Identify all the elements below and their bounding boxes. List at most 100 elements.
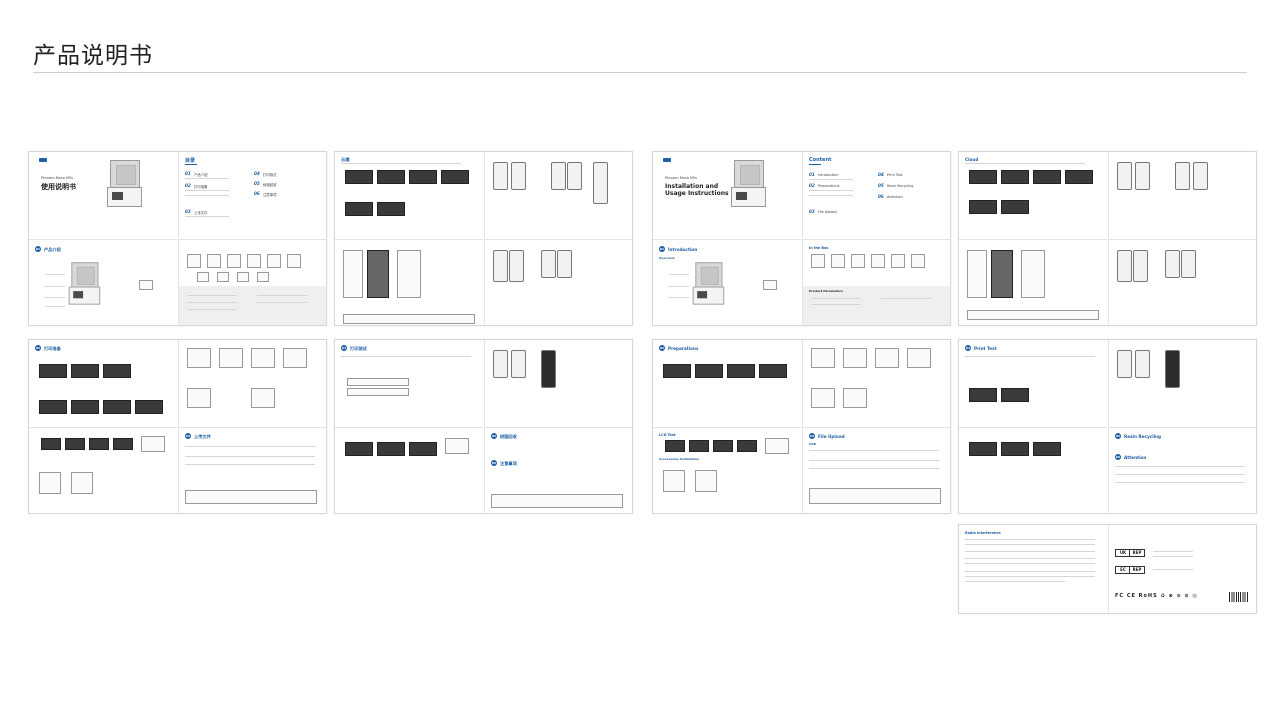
section-badge: 01	[659, 246, 665, 252]
en-spread-prepare[interactable]: 02 Preparations LCD Test Accessories Ins…	[652, 339, 951, 514]
en-cert-page: UK REP EC REP FC CE RoHS ♻ ⊗ ⊙ ⊘ ◎	[1108, 525, 1256, 613]
uk-rep-badge: REP	[1129, 549, 1145, 557]
printer-illustration	[107, 160, 142, 207]
en-intro-page: 01 Introduction Overview	[653, 239, 801, 325]
en-cloud-heading: Cloud	[965, 157, 979, 162]
en-cover-page: Phrozen Mono M5s Installation and Usage …	[653, 152, 801, 238]
section-badge: 03	[809, 433, 815, 439]
en-usb-heading: USB	[809, 442, 816, 446]
toc-label: 打印准备	[194, 185, 208, 189]
toc-num: 01	[809, 172, 815, 177]
toc-label: 打印测试	[263, 173, 277, 177]
en-assembly-page	[802, 340, 950, 426]
cn-test-heading: 打印测试	[350, 346, 367, 351]
cn-assembly-page	[178, 340, 326, 426]
ec-rep-badge: REP	[1129, 566, 1145, 574]
title-divider	[33, 72, 1247, 73]
en-prepare-heading: Preparations	[668, 346, 699, 351]
brand-logo-icon	[39, 158, 47, 162]
cn-app-page-3	[484, 239, 632, 325]
en-spread-cover[interactable]: Phrozen Mono M5s Installation and Usage …	[652, 151, 951, 326]
cn-upload-heading: 上传文件	[194, 434, 211, 439]
en-app-page-2	[959, 239, 1107, 325]
en-lcd-page: LCD Test Accessories Installation	[653, 427, 801, 513]
section-badge: 03	[185, 433, 191, 439]
toc-num: 06	[254, 191, 260, 196]
cn-prepare-page: 02 打印准备	[29, 340, 177, 426]
en-spread-back[interactable]: Radio interference UK REP EC REP FC CE R…	[958, 524, 1257, 614]
cn-test-page-2	[484, 340, 632, 426]
cn-notice-heading: 注意事项	[500, 461, 517, 466]
en-upload-heading: File Upload	[818, 434, 845, 439]
printer-illustration	[68, 262, 101, 305]
cn-app-page	[484, 152, 632, 238]
en-accessories-heading: Accessories Installation	[659, 457, 700, 461]
cn-box-page	[178, 239, 326, 325]
toc-num: 04	[878, 172, 884, 177]
printer-illustration	[731, 160, 766, 207]
cn-toc-page: 目录 01 产品介绍 02 打印准备 03 上传文件 04 打印测试 05 树脂…	[178, 152, 326, 238]
brand-logo-icon	[663, 158, 671, 162]
en-resin-page: 05 Resin Recycling 06 Attention	[1108, 427, 1256, 513]
toc-label: Resin Recycling	[887, 184, 914, 188]
toc-label: 产品介绍	[194, 173, 208, 177]
en-spread-test[interactable]: 04 Print Test 05 Resin Recycling 06 Atte…	[958, 339, 1257, 514]
toc-num: 06	[878, 194, 884, 199]
printer-illustration	[692, 262, 725, 305]
cn-toc-heading: 目录	[185, 158, 196, 164]
toc-num: 04	[254, 171, 260, 176]
cn-test-page: 04 打印测试	[335, 340, 483, 426]
en-cloud-page: Cloud	[959, 152, 1107, 238]
en-box-page: In the Box Product Parameters	[802, 239, 950, 325]
toc-num: 05	[878, 183, 884, 188]
section-badge: 06	[491, 460, 497, 466]
en-radio-heading: Radio interference	[965, 531, 1001, 535]
en-content-page: Content 01 Introduction 02 Preparations …	[802, 152, 950, 238]
cn-spread-cover[interactable]: Phrozen Mono M5s 使用说明书 目录 01 产品介绍 02 打印准…	[28, 151, 327, 326]
cn-resin-page: 05 树脂回收 06 注意事项	[484, 427, 632, 513]
section-badge: 02	[659, 345, 665, 351]
cn-spread-prepare[interactable]: 02 打印准备 03 上传文件	[28, 339, 327, 514]
cn-upload-page: 03 上传文件	[178, 427, 326, 513]
section-badge: 04	[341, 345, 347, 351]
cn-cover-title: 使用说明书	[41, 183, 76, 191]
section-badge: 01	[35, 246, 41, 252]
toc-label: Attention	[887, 195, 903, 199]
toc-label: File Upload	[818, 210, 837, 214]
cn-prepare-heading: 打印准备	[44, 346, 61, 351]
toc-label: Preparations	[818, 184, 840, 188]
toc-label: Introduction	[818, 173, 839, 177]
cn-model-name: Phrozen Mono M5s	[41, 176, 73, 180]
toc-label: Print Test	[887, 173, 903, 177]
en-test-page-2	[1108, 340, 1256, 426]
en-test-heading: Print Test	[974, 346, 997, 351]
section-badge: 05	[491, 433, 497, 439]
en-spread-cloud[interactable]: Cloud	[958, 151, 1257, 326]
cn-spread-cloud[interactable]: 云端	[334, 151, 633, 326]
toc-label: 上传文件	[194, 211, 208, 215]
toc-num: 03	[185, 209, 191, 214]
section-badge: 02	[35, 345, 41, 351]
en-test-page: 04 Print Test	[959, 340, 1107, 426]
toc-num: 01	[185, 171, 191, 176]
cn-cloud-page: 云端	[335, 152, 483, 238]
en-overview-heading: Overview	[659, 256, 675, 260]
page-title: 产品说明书	[33, 43, 153, 69]
en-attention-heading: Attention	[1124, 455, 1147, 460]
en-upload-page: 03 File Upload USB	[802, 427, 950, 513]
en-radio-page: Radio interference	[959, 525, 1107, 613]
en-cover-title-2: Usage Instructions	[665, 190, 729, 197]
en-model-name: Phrozen Mono M5s	[665, 176, 697, 180]
cn-app-page-2	[335, 239, 483, 325]
toc-label: 注意事项	[263, 193, 277, 197]
toc-num: 05	[254, 181, 260, 186]
section-badge: 04	[965, 345, 971, 351]
toc-num: 02	[185, 183, 191, 188]
toc-num: 03	[809, 209, 815, 214]
en-lcd-heading: LCD Test	[659, 433, 676, 437]
cn-intro-heading: 产品介绍	[44, 247, 61, 252]
cn-intro-page: 01 产品介绍	[29, 239, 177, 325]
en-app-page	[1108, 152, 1256, 238]
en-app-page-3	[1108, 239, 1256, 325]
cn-spread-test[interactable]: 04 打印测试 05 树脂回收 06 注意事项	[334, 339, 633, 514]
